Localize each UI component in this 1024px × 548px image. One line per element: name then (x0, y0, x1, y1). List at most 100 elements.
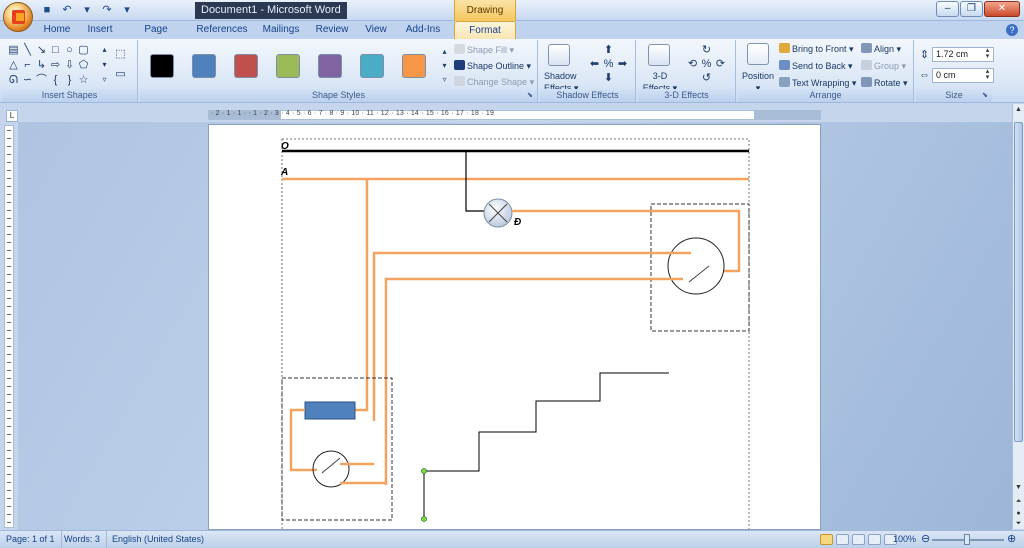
minimize-button[interactable]: – (936, 1, 959, 17)
save-icon[interactable]: ■ (40, 4, 54, 17)
shapes-scroll-down-icon[interactable]: ▾ (98, 59, 111, 71)
help-icon[interactable]: ? (1006, 24, 1018, 36)
freeform-shape-icon[interactable]: ᘏ (7, 74, 20, 86)
style-swatch-green[interactable] (276, 54, 300, 78)
styles-scroll-down-icon[interactable]: ▾ (438, 60, 451, 72)
full-screen-reading-icon[interactable] (836, 534, 849, 545)
text-box-shape-icon[interactable]: ▤ (7, 44, 20, 56)
zoom-slider-thumb[interactable] (964, 534, 970, 545)
shadow-effects-icon[interactable] (548, 44, 570, 66)
tilt-up-icon[interactable]: ↻ (700, 44, 713, 56)
shadow-toggle-icon[interactable]: % (602, 58, 615, 70)
3d-toggle-icon[interactable]: % (700, 58, 713, 70)
horizontal-ruler[interactable]: · 2 · 1 · 1 · · 1 · 2 · 3 · 4 · 5 · 6 · … (208, 110, 821, 120)
nudge-shadow-right-icon[interactable]: ➡ (616, 58, 629, 70)
style-swatch-purple[interactable] (318, 54, 342, 78)
styles-scroll-up-icon[interactable]: ▴ (438, 46, 451, 58)
shape-width-field[interactable]: 0 cm ▴ ▾ (932, 68, 994, 83)
rotate-button[interactable]: Rotate ▾ (861, 77, 908, 89)
redo-icon[interactable]: ↷ (100, 4, 114, 17)
close-button[interactable]: ✕ (984, 1, 1020, 17)
rectangle-shape-icon[interactable]: □ (49, 44, 62, 56)
undo-icon[interactable]: ↶ (60, 4, 74, 17)
text-wrapping-button[interactable]: Text Wrapping ▾ (779, 77, 856, 89)
web-layout-icon[interactable] (852, 534, 865, 545)
customize-qat-icon[interactable]: ▾ (120, 4, 134, 17)
left-brace-shape-icon[interactable]: { (49, 74, 62, 86)
zoom-level[interactable]: 100% (892, 531, 916, 548)
arc-shape-icon[interactable]: ⌒ (35, 74, 48, 86)
width-spinner-icon[interactable]: ▴ ▾ (983, 68, 992, 82)
print-layout-view-icon[interactable] (820, 534, 833, 545)
shape-height-field[interactable]: 1.72 cm ▴ ▾ (932, 47, 994, 62)
scroll-down-icon[interactable]: ▼ (1013, 482, 1024, 493)
style-swatch-orange[interactable] (402, 54, 426, 78)
office-button[interactable] (3, 2, 33, 32)
restore-button[interactable]: ❐ (960, 1, 983, 17)
tab-home[interactable]: Home (40, 21, 74, 39)
tab-format[interactable]: Format (454, 21, 516, 39)
tab-review[interactable]: Review (314, 21, 350, 39)
curve-shape-icon[interactable]: ∽ (21, 74, 34, 86)
edit-shape-icon[interactable]: ⬚ (114, 48, 127, 60)
tab-references[interactable]: References (196, 21, 248, 39)
styles-more-icon[interactable]: ▿ (438, 74, 451, 86)
shape-outline-button[interactable]: Shape Outline ▾ (454, 60, 531, 72)
3d-effects-icon[interactable] (648, 44, 670, 66)
elbow-connector-icon[interactable]: ⌐ (21, 59, 34, 71)
vertical-ruler[interactable] (4, 125, 14, 528)
document-page[interactable]: O A Đ (208, 124, 821, 530)
phase-to-fuse-wire[interactable] (355, 179, 369, 412)
add-text-icon[interactable]: ▭ (114, 68, 127, 80)
nudge-shadow-left-icon[interactable]: ⬅ (588, 58, 601, 70)
next-page-icon[interactable]: ⏷ (1013, 518, 1024, 529)
arrow-line-shape-icon[interactable]: ↘ (35, 44, 48, 56)
tab-insert[interactable]: Insert (84, 21, 116, 39)
tilt-down-icon[interactable]: ↺ (700, 72, 713, 84)
rounded-rect-shape-icon[interactable]: ▢ (77, 44, 90, 56)
zoom-in-icon[interactable]: ⊕ (1007, 531, 1016, 548)
lamp-to-switch-wire[interactable] (512, 209, 741, 273)
shapes-scroll-up-icon[interactable]: ▴ (98, 44, 111, 56)
fuse-component[interactable] (304, 401, 356, 420)
undo-dropdown-icon[interactable]: ▾ (80, 4, 94, 17)
right-brace-shape-icon[interactable]: } (63, 74, 76, 86)
line-end-handle[interactable] (421, 516, 427, 522)
size-launcher-icon[interactable]: ⬊ (982, 92, 990, 100)
language-indicator[interactable]: English (United States) (112, 531, 204, 548)
height-spinner-icon[interactable]: ▴ ▾ (983, 47, 992, 61)
align-button[interactable]: Align ▾ (861, 43, 901, 55)
outline-view-icon[interactable] (868, 534, 881, 545)
right-arrow-shape-icon[interactable]: ⇨ (49, 59, 62, 71)
tab-mailings[interactable]: Mailings (260, 21, 302, 39)
right-switch-box[interactable] (650, 203, 750, 332)
word-count[interactable]: Words: 3 (64, 531, 107, 548)
right-switch-circle[interactable] (667, 237, 725, 295)
previous-page-icon[interactable]: ⏶ (1013, 496, 1024, 507)
zoom-out-icon[interactable]: ⊖ (921, 531, 930, 548)
scroll-up-icon[interactable]: ▲ (1013, 104, 1024, 115)
tab-view[interactable]: View (362, 21, 390, 39)
pentagon-shape-icon[interactable]: ⬠ (77, 59, 90, 71)
tilt-right-icon[interactable]: ⟳ (714, 58, 727, 70)
shape-fill-button[interactable]: Shape Fill ▾ (454, 44, 514, 56)
circuit-diagram[interactable]: O A Đ (209, 125, 821, 530)
line-start-handle[interactable] (421, 468, 427, 474)
nudge-shadow-down-icon[interactable]: ⬇ (602, 72, 615, 84)
tab-page-layout[interactable]: Page Layout (128, 21, 184, 53)
style-swatch-red[interactable] (234, 54, 258, 78)
left-switch-box[interactable] (281, 377, 393, 521)
elbow-arrow-icon[interactable]: ↳ (35, 59, 48, 71)
oval-shape-icon[interactable]: ○ (63, 44, 76, 56)
triangle-shape-icon[interactable]: △ (7, 59, 20, 71)
tab-add-ins[interactable]: Add-Ins (402, 21, 444, 39)
nudge-shadow-up-icon[interactable]: ⬆ (602, 44, 615, 56)
neutral-drop-wire[interactable] (465, 151, 485, 212)
scrollbar-thumb[interactable] (1014, 122, 1023, 442)
shapes-more-icon[interactable]: ▿ (98, 74, 111, 86)
change-shape-button[interactable]: Change Shape ▾ (454, 76, 534, 88)
staircase-line[interactable] (424, 372, 669, 472)
group-button[interactable]: Group ▾ (861, 60, 906, 72)
bring-to-front-button[interactable]: Bring to Front ▾ (779, 43, 854, 55)
style-swatch-black[interactable] (150, 54, 174, 78)
